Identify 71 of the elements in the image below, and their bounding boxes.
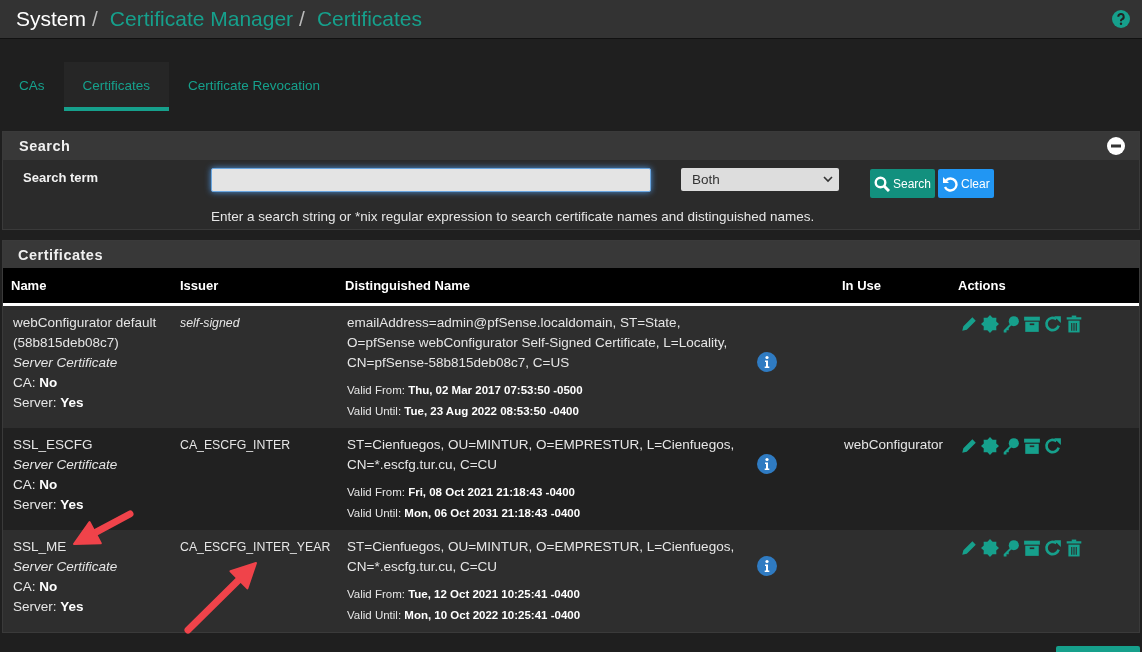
breadcrumb-separator: /	[92, 7, 98, 31]
seal-icon[interactable]	[981, 437, 999, 455]
distinguished-name: ST=Cienfuegos, OU=MINTUR, O=EMPRESTUR, L=Cienfuegos, CN=*.escfg.tur.cu, C=CU	[347, 538, 736, 576]
info-icon[interactable]	[757, 454, 777, 474]
valid-until: Valid Until: Tue, 23 Aug 2022 08:53:50 -0400	[347, 404, 580, 419]
pencil-icon[interactable]	[960, 315, 978, 333]
distinguished-name: ST=Cienfuegos, OU=MINTUR, O=EMPRESTUR, L=Cienfuegos, CN=*.escfg.tur.cu, C=CU	[347, 436, 736, 474]
server-label: Server: Yes	[13, 598, 85, 616]
chevron-icon	[823, 176, 833, 183]
certificate-name: SSL_ME	[13, 538, 68, 556]
seal-icon[interactable]	[981, 315, 999, 333]
panel-title: Certificates	[18, 246, 103, 263]
search-field[interactable]	[211, 168, 651, 192]
valid-from: Valid From: Thu, 02 Mar 2017 07:53:50 -0500	[347, 383, 584, 398]
help-text: Enter a search string or *nix regular expression to search certificate names and distinguished names.	[211, 208, 816, 224]
server-label: Server: Yes	[13, 496, 85, 514]
trash-icon[interactable]	[1065, 539, 1083, 557]
archive-icon[interactable]	[1023, 315, 1041, 333]
refresh-icon[interactable]	[1044, 315, 1062, 333]
valid-from: Valid From: Fri, 08 Oct 2021 21:18:43 -0400	[347, 485, 576, 500]
certificate-type: Server Certificate	[13, 354, 119, 372]
column-header: Actions	[950, 268, 1139, 305]
key-icon[interactable]	[1002, 539, 1020, 557]
column-header: Distinguished Name	[337, 268, 834, 305]
ca-label: CA: No	[13, 374, 59, 392]
tab[interactable]: Certificate Revocation	[169, 62, 340, 111]
panel-title: Search	[19, 138, 71, 154]
valid-until: Valid Until: Mon, 06 Oct 2031 21:18:43 -0400	[347, 506, 582, 521]
breadcrumb-link[interactable]: Certificates	[316, 7, 422, 31]
certificate-name: SSL_ESCFG	[13, 436, 94, 454]
field-label: Search term	[23, 169, 100, 185]
ca-label: CA: No	[13, 476, 59, 494]
info-icon[interactable]	[757, 556, 777, 576]
refresh-icon[interactable]	[1044, 437, 1062, 455]
undo-icon	[942, 175, 959, 192]
pencil-icon[interactable]	[960, 437, 978, 455]
breadcrumb-separator: /	[299, 7, 305, 31]
tab[interactable]: Certificates	[63, 62, 170, 111]
collapse-icon[interactable]	[1107, 137, 1125, 155]
valid-from: Valid From: Tue, 12 Oct 2021 10:25:41 -0400	[347, 587, 581, 602]
info-icon[interactable]	[757, 352, 777, 372]
search-button[interactable]: Search	[870, 169, 936, 198]
refresh-icon[interactable]	[1044, 539, 1062, 557]
issuer-name: self-signed	[180, 315, 241, 332]
key-icon[interactable]	[1002, 437, 1020, 455]
search-icon	[874, 175, 890, 192]
key-icon[interactable]	[1002, 315, 1020, 333]
column-header: In Use	[834, 268, 950, 305]
tab[interactable]: CAs	[0, 62, 64, 111]
breadcrumb-text: System	[16, 7, 86, 31]
issuer-name: CA_ESCFG_INTER	[180, 437, 291, 454]
server-label: Server: Yes	[13, 394, 85, 412]
issuer-name: CA_ESCFG_INTER_YEAR	[180, 539, 332, 556]
scope-dropdown[interactable]: Both	[681, 168, 839, 191]
trash-icon[interactable]	[1065, 315, 1083, 333]
certificate-type: Server Certificate	[13, 456, 119, 474]
in-use-text: webConfigurator	[844, 436, 945, 454]
pencil-icon[interactable]	[960, 539, 978, 557]
archive-icon[interactable]	[1023, 437, 1041, 455]
column-header: Name	[3, 268, 172, 305]
clear-button[interactable]: Clear	[938, 169, 994, 198]
certificate-type: Server Certificate	[13, 558, 119, 576]
archive-icon[interactable]	[1023, 539, 1041, 557]
seal-icon[interactable]	[981, 539, 999, 557]
certificate-name: webConfigurator default (58b815deb08c7)	[13, 314, 158, 352]
valid-until: Valid Until: Mon, 10 Oct 2022 10:25:41 -0400	[347, 608, 582, 623]
ca-label: CA: No	[13, 578, 59, 596]
help-icon[interactable]	[1112, 10, 1130, 28]
column-header: Issuer	[172, 268, 337, 305]
distinguished-name: emailAddress=admin@pfSense.localdomain, ST=State, O=pfSense webConfigurator Self-Signed Certificate, L=Locality, CN=pfSense-58b815deb08c7, C=US	[347, 314, 729, 372]
breadcrumb-link[interactable]: Certificate Manager	[109, 7, 294, 31]
